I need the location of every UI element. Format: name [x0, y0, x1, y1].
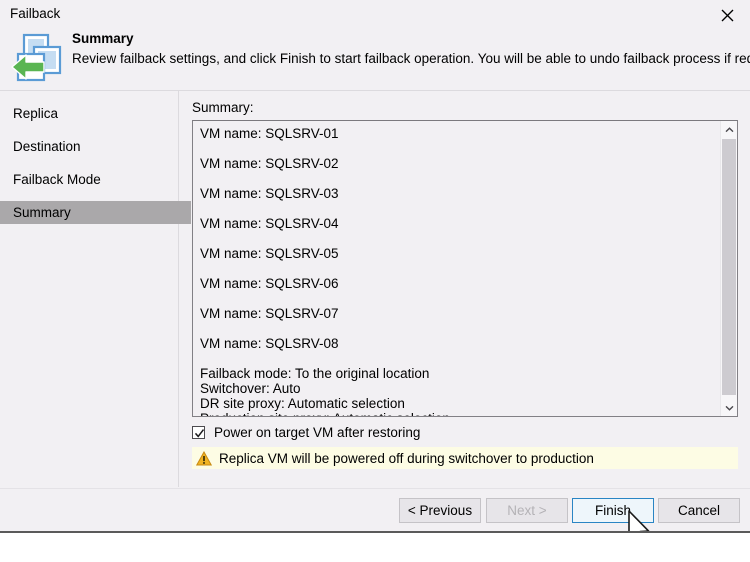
summary-scrollbar[interactable] [720, 121, 737, 416]
failback-replica-icon [10, 32, 68, 88]
sidebar-item-label: Failback Mode [13, 172, 101, 187]
sidebar-item-label: Destination [13, 139, 81, 154]
summary-vm-line: VM name: SQLSRV-01 [200, 126, 713, 141]
warning-triangle-icon [196, 451, 212, 466]
summary-vm-line: VM name: SQLSRV-07 [200, 306, 713, 321]
scrollbar-up-button[interactable] [721, 121, 737, 138]
window-title: Failback [10, 5, 60, 23]
scrollbar-thumb[interactable] [722, 139, 736, 395]
summary-detail-line: DR site proxy: Automatic selection [200, 396, 713, 411]
power-on-target-vm-row[interactable]: Power on target VM after restoring [192, 425, 420, 440]
sidebar-item-label: Summary [13, 205, 71, 220]
content-pane: Summary: VM name: SQLSRV-01 VM name: SQL… [180, 91, 750, 487]
page-subtitle: Review failback settings, and click Fini… [72, 51, 750, 66]
chevron-up-icon [725, 127, 734, 133]
summary-vm-line: VM name: SQLSRV-02 [200, 156, 713, 171]
next-button-label: Next > [507, 503, 546, 518]
header-band: Summary Review failback settings, and cl… [0, 30, 750, 91]
previous-button-label: < Previous [408, 503, 472, 518]
summary-list-box[interactable]: VM name: SQLSRV-01 VM name: SQLSRV-02 VM… [192, 120, 738, 417]
cancel-button[interactable]: Cancel [658, 498, 740, 523]
close-icon [721, 9, 734, 22]
sidebar-item-failback-mode[interactable]: Failback Mode [0, 168, 178, 191]
summary-detail-line: Switchover: Auto [200, 381, 713, 396]
wizard-body: Replica Destination Failback Mode Summar… [0, 91, 750, 487]
next-button: Next > [486, 498, 568, 523]
finish-button[interactable]: Finish [572, 498, 654, 523]
previous-button[interactable]: < Previous [399, 498, 481, 523]
summary-vm-line: VM name: SQLSRV-06 [200, 276, 713, 291]
summary-vm-line: VM name: SQLSRV-08 [200, 336, 713, 351]
sidebar-item-label: Replica [13, 106, 58, 121]
chevron-down-icon [725, 405, 734, 411]
summary-label: Summary: [192, 100, 254, 115]
cancel-button-label: Cancel [678, 503, 720, 518]
power-on-target-vm-label: Power on target VM after restoring [214, 425, 420, 440]
sidebar-item-destination[interactable]: Destination [0, 135, 178, 158]
wizard-footer: < Previous Next > Finish Cancel [0, 488, 750, 533]
sidebar-item-replica[interactable]: Replica [0, 102, 178, 125]
summary-detail-line: Production site proxy: Automatic selecti… [200, 411, 713, 417]
finish-button-label: Finish [595, 503, 631, 518]
summary-detail-line: Failback mode: To the original location [200, 366, 713, 381]
power-on-target-vm-checkbox[interactable] [192, 426, 205, 439]
warning-message: Replica VM will be powered off during sw… [219, 451, 594, 466]
close-button[interactable] [704, 0, 750, 30]
title-bar: Failback [0, 0, 750, 30]
scrollbar-down-button[interactable] [721, 399, 737, 416]
summary-vm-line: VM name: SQLSRV-04 [200, 216, 713, 231]
page-title: Summary [72, 31, 134, 46]
summary-vm-line: VM name: SQLSRV-03 [200, 186, 713, 201]
failback-wizard-window: Failback [0, 0, 750, 533]
sidebar-item-summary[interactable]: Summary [0, 201, 191, 224]
summary-vm-line: VM name: SQLSRV-05 [200, 246, 713, 261]
summary-text-content: VM name: SQLSRV-01 VM name: SQLSRV-02 VM… [193, 121, 719, 417]
warning-bar: Replica VM will be powered off during sw… [192, 447, 738, 469]
wizard-sidebar: Replica Destination Failback Mode Summar… [0, 91, 179, 487]
